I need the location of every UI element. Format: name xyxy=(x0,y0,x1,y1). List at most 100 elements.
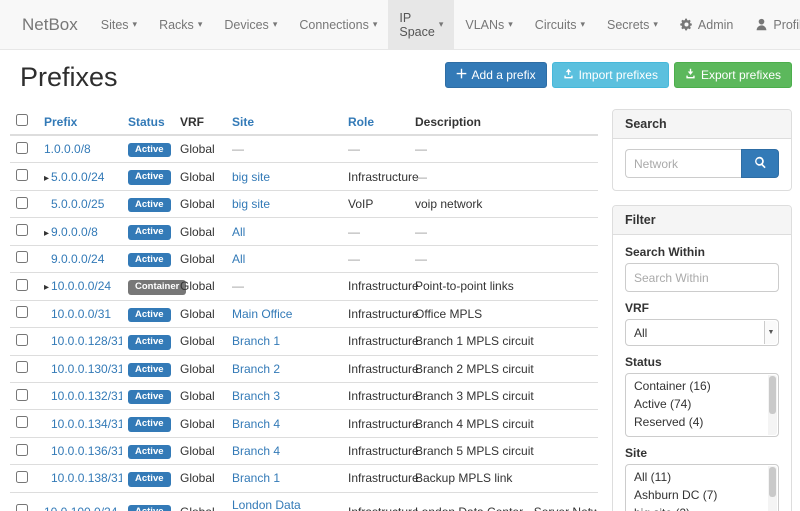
status-badge[interactable]: Active xyxy=(128,253,171,267)
row-checkbox[interactable] xyxy=(16,224,28,236)
site-multiselect[interactable]: All (11)Ashburn DC (7)big site (2)Branch… xyxy=(625,464,779,511)
expand-arrow-icon[interactable]: ▸ xyxy=(44,173,49,184)
site-link[interactable]: Branch 1 xyxy=(232,334,280,348)
nav-item-profile[interactable]: Profile xyxy=(744,0,800,49)
row-checkbox[interactable] xyxy=(16,251,28,263)
status-cell: Active xyxy=(122,465,174,492)
sort-link-prefix[interactable]: Prefix xyxy=(44,115,77,129)
status-option[interactable]: Active (74) xyxy=(632,395,764,413)
search-within-input[interactable] xyxy=(625,263,779,292)
site-link[interactable]: London Data Center xyxy=(232,498,301,511)
brand-logo[interactable]: NetBox xyxy=(10,0,90,49)
row-select-cell xyxy=(10,328,38,355)
site-link[interactable]: Branch 1 xyxy=(232,471,280,485)
row-checkbox[interactable] xyxy=(16,416,28,428)
status-badge[interactable]: Active xyxy=(128,417,171,431)
status-multiselect[interactable]: Container (16)Active (74)Reserved (4)Dep… xyxy=(625,373,779,437)
prefix-link[interactable]: 5.0.0.0/25 xyxy=(51,197,104,211)
prefix-link[interactable]: 5.0.0.0/24 xyxy=(51,170,104,184)
select-dropdown-icon: ▼ xyxy=(764,321,777,344)
vrf-cell: Global xyxy=(174,355,226,382)
status-badge[interactable]: Active xyxy=(128,472,171,486)
expand-arrow-icon[interactable]: ▸ xyxy=(44,282,49,293)
status-badge[interactable]: Active xyxy=(128,505,171,511)
status-badge[interactable]: Active xyxy=(128,143,171,157)
status-option[interactable]: Container (16) xyxy=(632,377,764,395)
site-link[interactable]: Main Office xyxy=(232,307,292,321)
status-badge[interactable]: Active xyxy=(128,225,171,239)
expand-arrow-icon[interactable]: ▸ xyxy=(44,228,49,239)
import-prefixes-button[interactable]: Import prefixes xyxy=(552,62,669,88)
row-checkbox[interactable] xyxy=(16,361,28,373)
status-option[interactable]: Deprecated (1) xyxy=(632,432,764,437)
export-prefixes-button[interactable]: Export prefixes xyxy=(674,62,792,88)
row-checkbox[interactable] xyxy=(16,389,28,401)
status-badge[interactable]: Active xyxy=(128,308,171,322)
nav-item-devices[interactable]: Devices▾ xyxy=(213,0,288,49)
prefix-link[interactable]: 10.0.0.136/31 xyxy=(51,444,122,458)
scrollbar[interactable] xyxy=(768,375,777,435)
add-prefix-button[interactable]: Add a prefix xyxy=(445,62,547,88)
caret-down-icon: ▾ xyxy=(508,19,513,30)
status-badge[interactable]: Active xyxy=(128,363,171,377)
sort-link-site[interactable]: Site xyxy=(232,115,254,129)
nav-item-admin[interactable]: Admin xyxy=(669,0,744,49)
row-checkbox[interactable] xyxy=(16,279,28,291)
status-badge[interactable]: Active xyxy=(128,198,171,212)
select-all-checkbox[interactable] xyxy=(16,114,28,126)
prefix-link[interactable]: 10.0.100.0/24 xyxy=(44,505,117,511)
row-checkbox[interactable] xyxy=(16,197,28,209)
nav-item-racks[interactable]: Racks▾ xyxy=(148,0,213,49)
prefix-link[interactable]: 10.0.0.130/31 xyxy=(51,362,122,376)
site-link[interactable]: All xyxy=(232,252,245,266)
status-badge[interactable]: Active xyxy=(128,445,171,459)
status-badge[interactable]: Active xyxy=(128,170,171,184)
prefix-link[interactable]: 10.0.0.134/31 xyxy=(51,417,122,431)
prefix-link[interactable]: 10.0.0.0/31 xyxy=(51,307,111,321)
site-link[interactable]: Branch 3 xyxy=(232,389,280,403)
search-button[interactable] xyxy=(741,149,779,178)
column-header-description: Description xyxy=(409,109,598,135)
prefix-link[interactable]: 1.0.0.0/8 xyxy=(44,142,91,156)
site-link[interactable]: Branch 4 xyxy=(232,444,280,458)
status-cell: Active xyxy=(122,328,174,355)
sort-link-role[interactable]: Role xyxy=(348,115,374,129)
vrf-select[interactable]: All ▼ xyxy=(625,319,779,346)
status-cell: Active xyxy=(122,437,174,464)
prefix-link[interactable]: 9.0.0.0/8 xyxy=(51,225,98,239)
status-badge[interactable]: Container xyxy=(128,280,186,294)
nav-item-connections[interactable]: Connections▾ xyxy=(288,0,388,49)
site-option[interactable]: big site (2) xyxy=(632,504,764,511)
scrollbar[interactable] xyxy=(768,466,777,511)
site-link[interactable]: Branch 2 xyxy=(232,362,280,376)
row-checkbox[interactable] xyxy=(16,471,28,483)
site-option[interactable]: All (11) xyxy=(632,468,764,486)
site-option[interactable]: Ashburn DC (7) xyxy=(632,486,764,504)
status-option[interactable]: Reserved (4) xyxy=(632,413,764,431)
nav-item-secrets[interactable]: Secrets▾ xyxy=(596,0,669,49)
caret-down-icon: ▾ xyxy=(198,19,203,30)
status-badge[interactable]: Active xyxy=(128,390,171,404)
row-checkbox[interactable] xyxy=(16,334,28,346)
nav-item-circuits[interactable]: Circuits▾ xyxy=(524,0,596,49)
prefix-link[interactable]: 10.0.0.132/31 xyxy=(51,389,122,403)
prefix-link[interactable]: 10.0.0.138/31 xyxy=(51,471,122,485)
row-checkbox[interactable] xyxy=(16,306,28,318)
status-badge[interactable]: Active xyxy=(128,335,171,349)
prefix-link[interactable]: 9.0.0.0/24 xyxy=(51,252,104,266)
prefix-link[interactable]: 10.0.0.0/24 xyxy=(51,279,111,293)
site-link[interactable]: All xyxy=(232,225,245,239)
nav-item-vlans[interactable]: VLANs▾ xyxy=(454,0,523,49)
site-link[interactable]: Branch 4 xyxy=(232,417,280,431)
site-link[interactable]: big site xyxy=(232,170,270,184)
search-input[interactable] xyxy=(625,149,741,178)
row-checkbox[interactable] xyxy=(16,444,28,456)
row-checkbox[interactable] xyxy=(16,169,28,181)
nav-item-sites[interactable]: Sites▾ xyxy=(90,0,148,49)
nav-item-ip-space[interactable]: IP Space▾ xyxy=(388,0,454,49)
row-checkbox[interactable] xyxy=(16,504,28,511)
site-link[interactable]: big site xyxy=(232,197,270,211)
sort-link-status[interactable]: Status xyxy=(128,115,165,129)
prefix-link[interactable]: 10.0.0.128/31 xyxy=(51,334,122,348)
row-checkbox[interactable] xyxy=(16,142,28,154)
